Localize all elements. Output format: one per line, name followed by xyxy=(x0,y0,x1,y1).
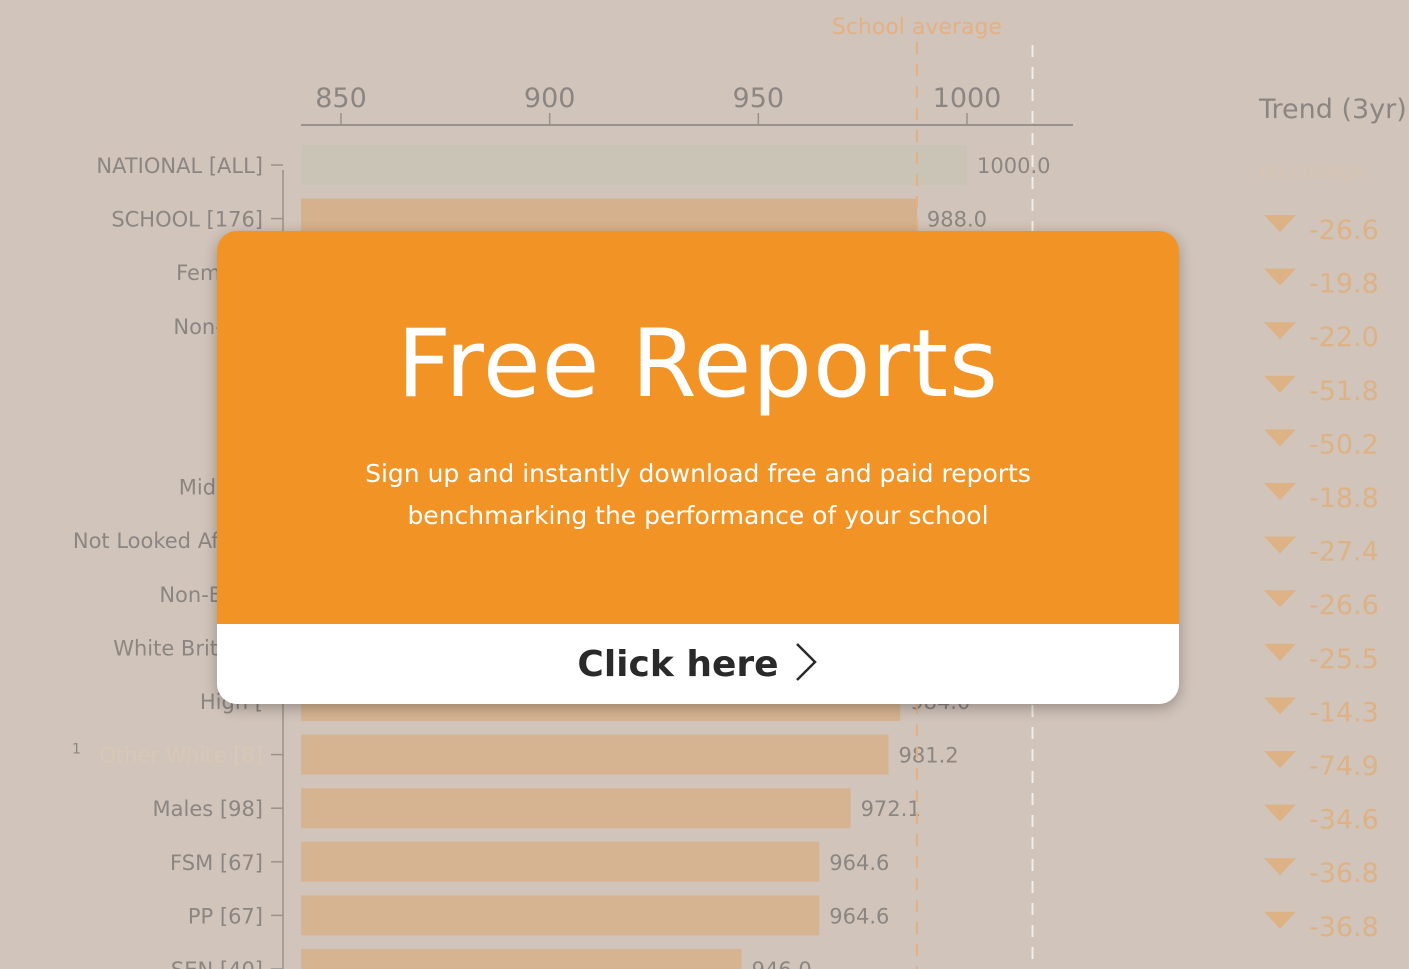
x-tick-label: 850 xyxy=(315,83,367,114)
bar xyxy=(301,895,820,936)
click-here-label: Click here xyxy=(577,643,779,685)
modal-subtitle: Sign up and instantly download free and … xyxy=(297,453,1099,537)
bar-value-label: 946.0 xyxy=(752,958,812,969)
trend-down-icon xyxy=(1264,643,1296,661)
trend-value: -36.8 xyxy=(1309,858,1379,889)
trend-value: -26.6 xyxy=(1309,215,1379,246)
modal-title: Free Reports xyxy=(397,310,999,419)
trend-first-label: no change xyxy=(1260,159,1365,183)
bar xyxy=(301,788,851,829)
x-tick-label: 1000 xyxy=(933,83,1002,114)
trend-down-icon xyxy=(1264,751,1296,768)
trend-value: -50.2 xyxy=(1309,429,1379,460)
trend-down-icon xyxy=(1264,536,1296,554)
bar-value-label: 972.1 xyxy=(861,797,921,821)
trend-value: -51.8 xyxy=(1309,376,1379,407)
trend-value: -19.8 xyxy=(1309,269,1379,300)
trend-down-icon xyxy=(1264,429,1296,447)
trend-title: Trend (3yr) xyxy=(1258,94,1407,125)
bar-value-label: 988.0 xyxy=(927,208,987,232)
category-label: Other White [8] xyxy=(99,744,263,768)
category-label: PP [67] xyxy=(188,904,263,928)
footnote-marker: 1 xyxy=(72,742,81,758)
trend-down-icon xyxy=(1264,322,1296,340)
category-label: NATIONAL [ALL] xyxy=(96,154,263,178)
trend-value: -22.0 xyxy=(1309,322,1379,353)
trend-down-icon xyxy=(1264,911,1296,929)
trend-value: -36.8 xyxy=(1309,912,1379,943)
trend-value: -25.5 xyxy=(1309,644,1379,675)
modal-banner: Free Reports Sign up and instantly downl… xyxy=(217,231,1179,624)
trend-down-icon xyxy=(1264,697,1296,715)
bar-value-label: 981.2 xyxy=(899,744,959,768)
trend-value: -18.8 xyxy=(1309,483,1379,514)
x-tick-label: 950 xyxy=(733,83,785,114)
trend-down-icon xyxy=(1264,375,1296,393)
bar xyxy=(301,145,967,185)
bar xyxy=(301,841,820,882)
bar-value-label: 964.6 xyxy=(829,904,889,928)
modal-subtitle-line2: benchmarking the performance of your sch… xyxy=(407,501,989,530)
modal-subtitle-line1: Sign up and instantly download free and … xyxy=(365,459,1031,488)
trend-value: -14.3 xyxy=(1309,697,1379,728)
bar-value-label: 1000.0 xyxy=(977,154,1050,178)
trend-down-icon xyxy=(1264,590,1296,608)
click-here-button[interactable]: Click here xyxy=(217,624,1179,704)
category-label: Males [98] xyxy=(153,797,263,821)
bar-value-label: 964.6 xyxy=(829,851,889,875)
category-label: FSM [67] xyxy=(170,851,263,875)
category-label: SCHOOL [176] xyxy=(111,208,263,232)
free-reports-modal[interactable]: Free Reports Sign up and instantly downl… xyxy=(217,231,1179,704)
reference-line-label: School average xyxy=(832,15,1002,40)
chevron-right-icon xyxy=(793,640,819,688)
category-label: SEN [40] xyxy=(171,958,263,969)
trend-down-icon xyxy=(1264,483,1296,500)
trend-value: -74.9 xyxy=(1309,751,1379,782)
trend-down-icon xyxy=(1264,215,1296,232)
trend-value: -27.4 xyxy=(1309,537,1379,568)
bar xyxy=(301,734,889,775)
bar xyxy=(301,949,742,969)
trend-down-icon xyxy=(1264,268,1296,286)
trend-value: -26.6 xyxy=(1309,590,1379,621)
trend-down-icon xyxy=(1264,804,1296,822)
trend-value: -34.6 xyxy=(1309,805,1379,836)
x-tick-label: 900 xyxy=(524,83,576,114)
trend-down-icon xyxy=(1264,858,1296,876)
